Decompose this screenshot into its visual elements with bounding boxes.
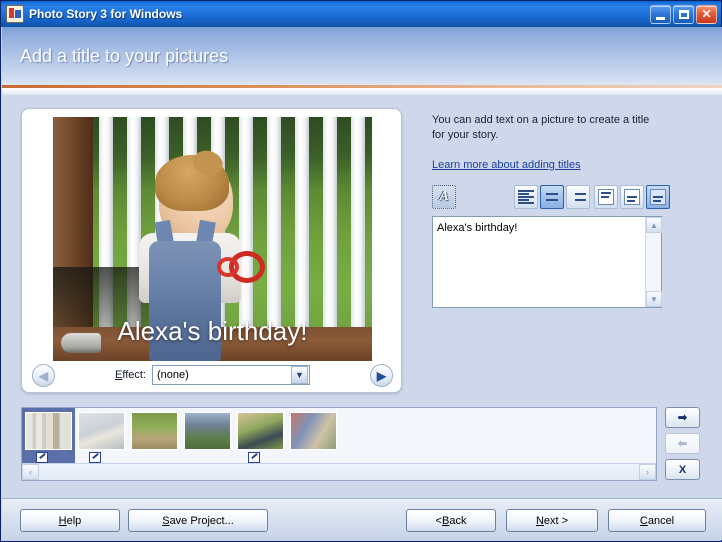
align-right-button[interactable]: [566, 185, 590, 209]
main-content: Alexa's birthday! ◀ ▶ Effect: (none) ▼ Y…: [2, 95, 722, 501]
child-figure: [131, 146, 265, 361]
valign-top-icon: [598, 189, 614, 205]
fence-slat: [323, 117, 337, 361]
arrow-right-icon: ➡: [677, 412, 688, 424]
next-label: ext >: [543, 514, 569, 527]
red-toy-small: [217, 257, 239, 277]
fence-slat: [295, 117, 309, 361]
title-text-input[interactable]: Alexa's birthday! ▲ ▼: [432, 216, 662, 308]
picture-preview-panel: Alexa's birthday! ◀ ▶ Effect: (none) ▼: [21, 108, 402, 393]
photo-story-window: Photo Story 3 for Windows ✕ Add a title …: [0, 0, 722, 542]
text-vertical-scrollbar[interactable]: ▲ ▼: [645, 217, 662, 307]
thumbnail-item-5[interactable]: [234, 408, 287, 464]
close-icon: ✕: [701, 6, 712, 21]
align-center-button[interactable]: [540, 185, 564, 209]
next-accel: N: [535, 514, 544, 527]
scroll-right-icon[interactable]: ›: [639, 464, 656, 480]
shoe: [61, 333, 101, 353]
title-text-value: Alexa's birthday!: [437, 222, 518, 234]
font-a-icon: A: [439, 189, 449, 204]
effect-label: Effect:: [115, 369, 146, 381]
title-bar: Photo Story 3 for Windows ✕: [1, 1, 721, 27]
help-accel: H: [58, 514, 67, 527]
close-button[interactable]: ✕: [696, 4, 717, 24]
instruction-text: You can add text on a picture to create …: [432, 114, 650, 141]
back-button[interactable]: < Back: [406, 509, 496, 532]
picture-frame[interactable]: Alexa's birthday!: [53, 117, 372, 361]
thumbnail-image: [25, 412, 72, 450]
footer-bar: Help Save Project... < Back Next > Cance…: [2, 498, 722, 540]
font-button[interactable]: A: [432, 185, 456, 209]
valign-bottom-icon: [650, 189, 666, 205]
effect-row: Effect: (none) ▼: [22, 361, 403, 389]
edit-badge-icon: [89, 452, 101, 463]
back-accel: B: [441, 514, 450, 527]
thumbnail-item-2[interactable]: [75, 408, 128, 464]
text-formatting-toolbar: A: [432, 185, 670, 209]
cancel-accel: C: [639, 514, 648, 527]
thumbnail-image: [290, 412, 337, 450]
valign-top-button[interactable]: [594, 185, 618, 209]
thumbnail-image: [131, 412, 178, 450]
title-bar-left: Photo Story 3 for Windows: [1, 5, 650, 23]
help-label: elp: [66, 514, 82, 527]
thumbnail-list: [22, 408, 340, 464]
filmstrip-scrollbar[interactable]: ‹ ›: [22, 463, 656, 480]
thumbnail-item-4[interactable]: [181, 408, 234, 464]
effect-selected-value: (none): [157, 369, 189, 381]
move-right-button[interactable]: ➡: [665, 407, 700, 428]
save-label: ave Project...: [169, 514, 234, 527]
maximize-button[interactable]: [673, 4, 694, 24]
next-button[interactable]: Next >: [506, 509, 598, 532]
scroll-down-icon[interactable]: ▼: [646, 291, 662, 307]
save-project-button[interactable]: Save Project...: [128, 509, 268, 532]
align-right-icon: [570, 190, 586, 204]
learn-more-link[interactable]: Learn more about adding titles: [432, 159, 581, 171]
save-accel: S: [162, 514, 170, 527]
window-controls: ✕: [650, 4, 721, 24]
valign-middle-button[interactable]: [620, 185, 644, 209]
help-button[interactable]: Help: [20, 509, 120, 532]
edit-badge-icon: [36, 452, 48, 463]
align-left-icon: [518, 190, 534, 204]
thumbnail-image: [237, 412, 284, 450]
thumbnail-image: [184, 412, 231, 450]
thumbnail-item-1[interactable]: [22, 408, 75, 464]
cancel-button[interactable]: Cancel: [608, 509, 706, 532]
filmstrip-side-buttons: ➡ ⬅ X: [665, 407, 709, 485]
effect-dropdown[interactable]: (none) ▼: [152, 365, 310, 385]
thumbnail-item-6[interactable]: [287, 408, 340, 464]
cancel-label: ancel: [647, 514, 675, 527]
preview-photo: Alexa's birthday!: [53, 117, 372, 361]
arrow-left-icon: ⬅: [677, 438, 688, 450]
thumbnail-item-3[interactable]: [128, 408, 181, 464]
child-denim-dress: [149, 241, 221, 361]
valign-middle-icon: [624, 189, 640, 205]
align-left-button[interactable]: [514, 185, 538, 209]
back-label: ack: [449, 514, 467, 527]
move-left-button[interactable]: ⬅: [665, 433, 700, 454]
scroll-left-icon[interactable]: ‹: [22, 464, 39, 480]
valign-bottom-button[interactable]: [646, 185, 670, 209]
filmstrip: ‹ ›: [21, 407, 657, 481]
photo-story-icon: [6, 5, 24, 23]
close-x-icon: X: [678, 463, 687, 476]
header-highlight-rule: [2, 88, 722, 95]
scroll-up-icon[interactable]: ▲: [646, 217, 662, 233]
minimize-button[interactable]: [650, 4, 671, 24]
align-center-icon: [544, 190, 560, 204]
fence-slat: [351, 117, 365, 361]
page-header: Add a title to your pictures: [2, 27, 722, 85]
fence-slat: [267, 117, 281, 361]
edit-badge-icon: [248, 452, 260, 463]
chevron-down-icon: ▼: [291, 366, 308, 384]
effect-label-rest: ffect:: [122, 369, 146, 381]
remove-picture-button[interactable]: X: [665, 459, 700, 480]
thumbnail-image: [78, 412, 125, 450]
title-editor-panel: You can add text on a picture to create …: [432, 113, 670, 308]
window-title: Photo Story 3 for Windows: [29, 7, 183, 21]
page-title: Add a title to your pictures: [20, 45, 229, 66]
